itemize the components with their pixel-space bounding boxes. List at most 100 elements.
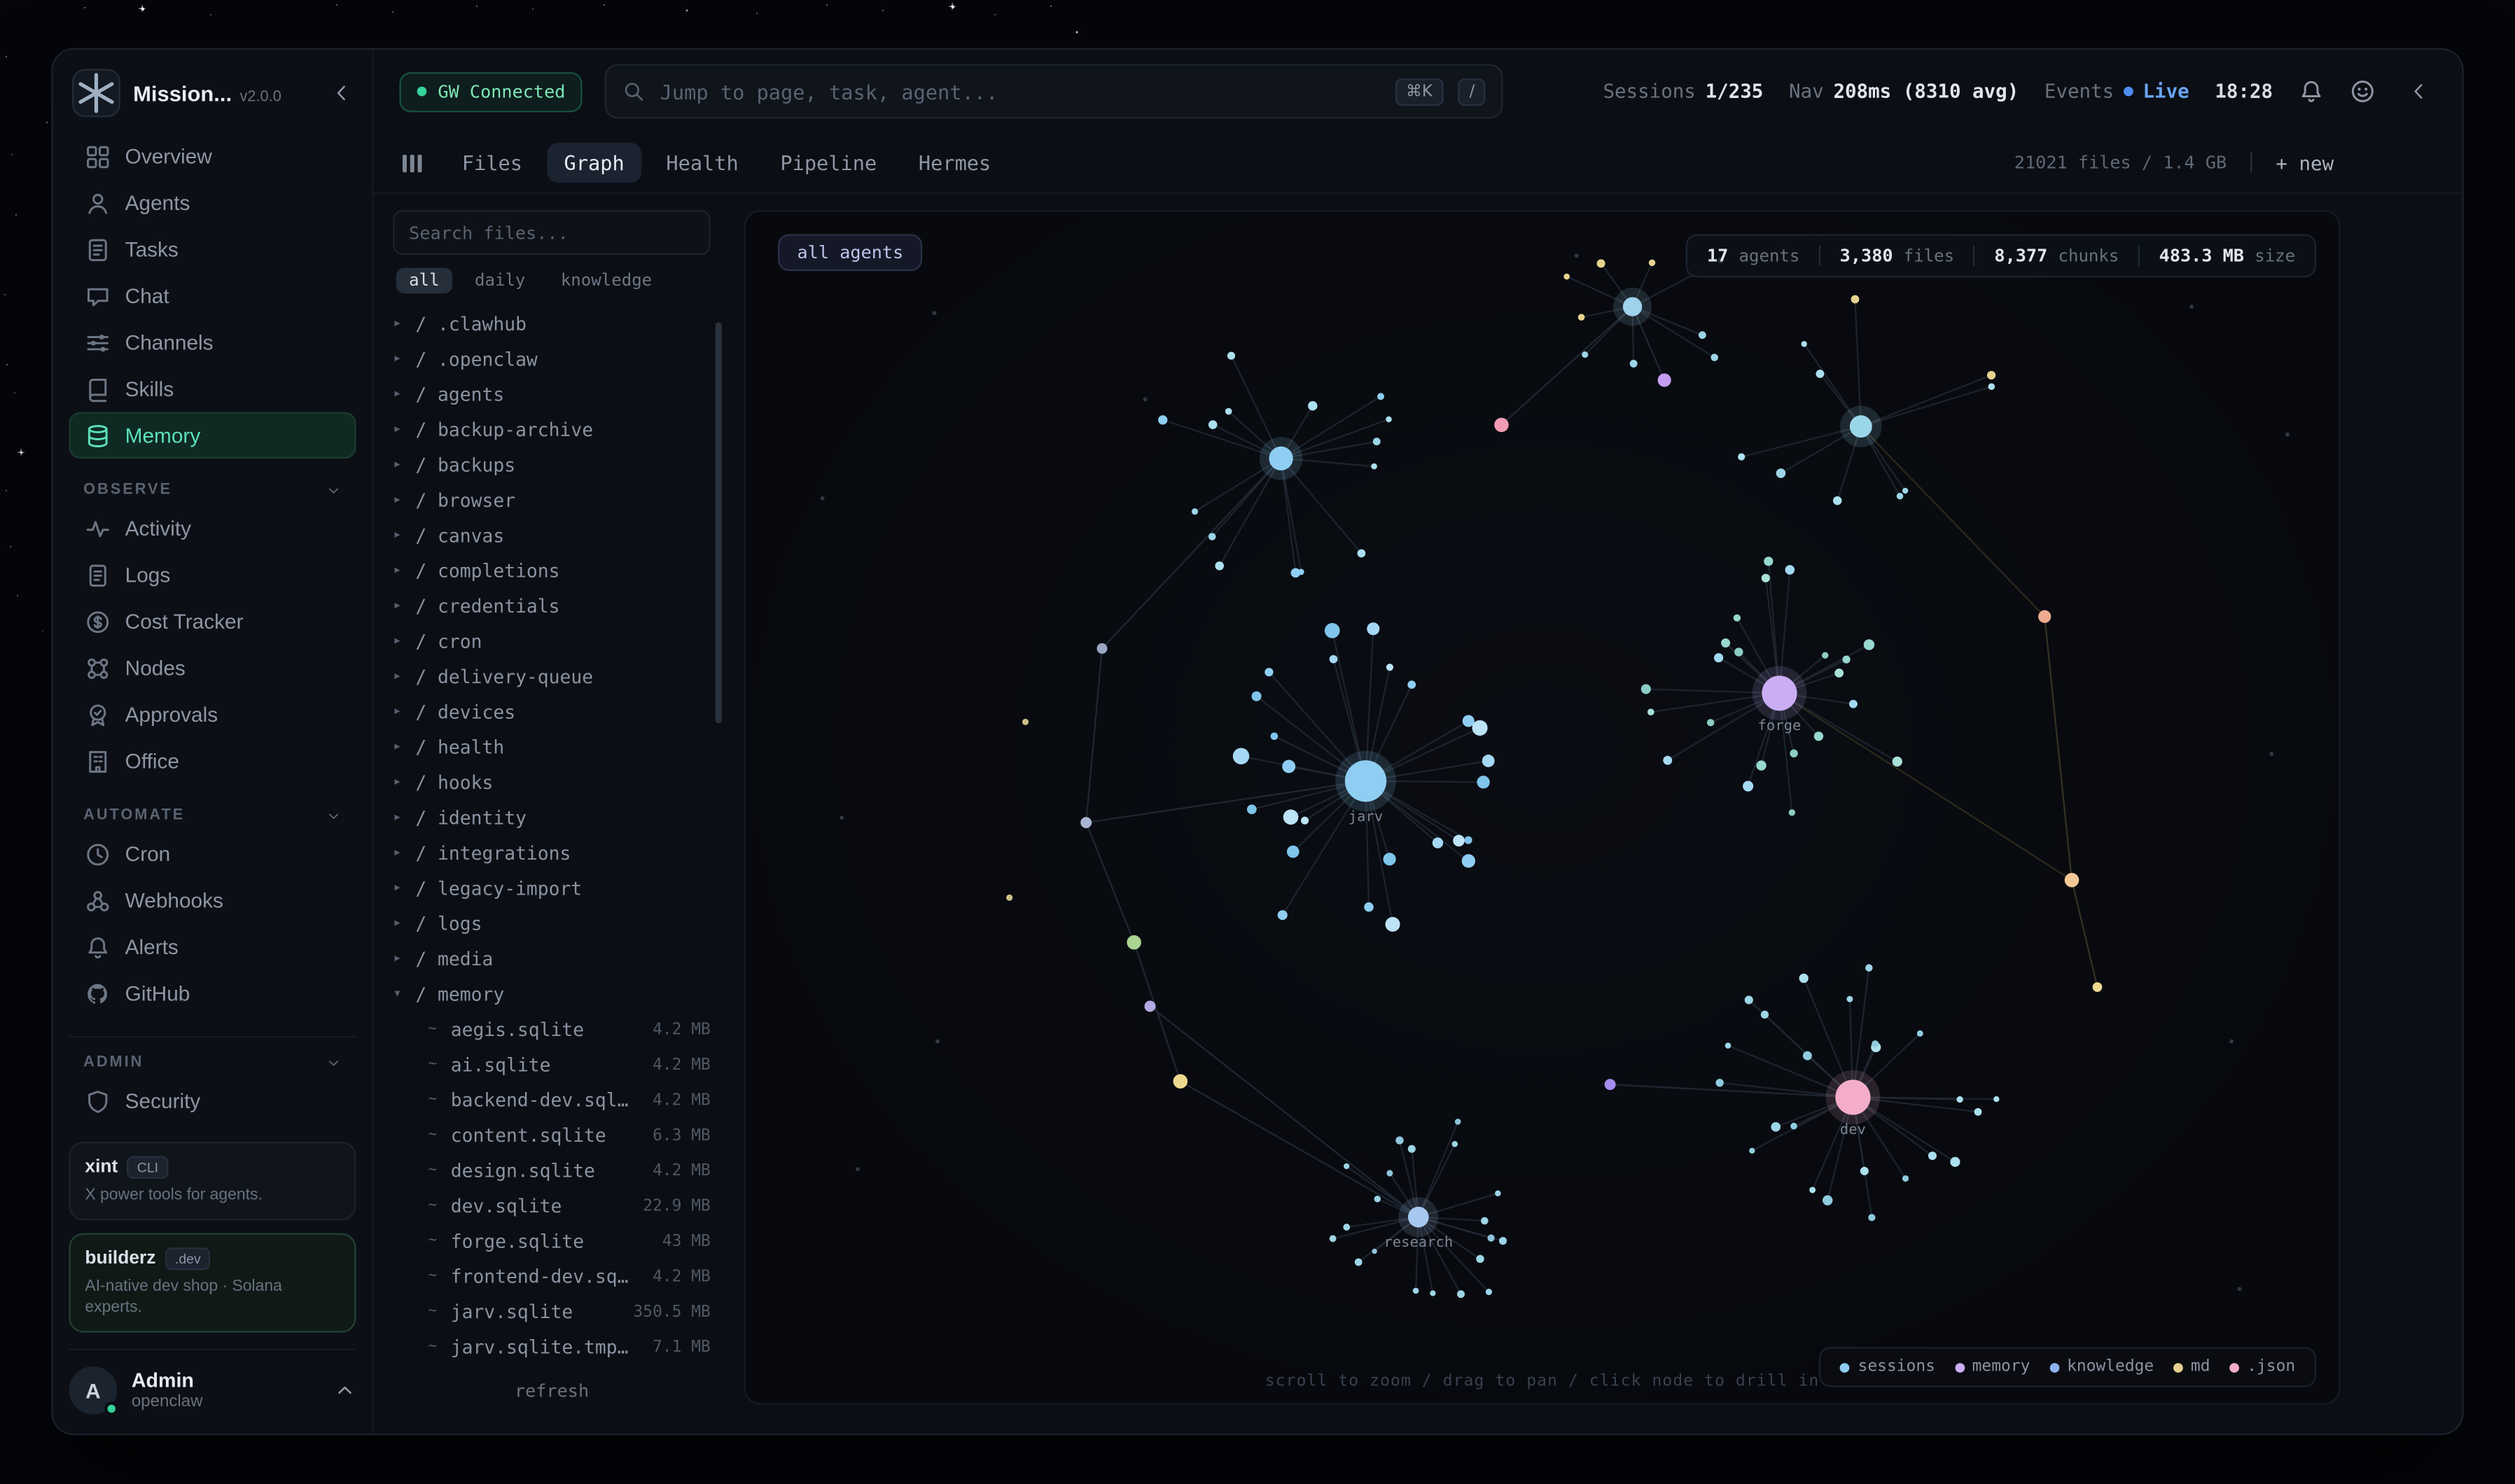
sidebar-item[interactable]: Office bbox=[69, 738, 356, 784]
tree-row-name: / completions bbox=[415, 559, 559, 582]
tree-row[interactable]: ▸ / credentials bbox=[393, 589, 711, 624]
tree-row[interactable]: ▸ / legacy-import bbox=[393, 871, 711, 906]
user-menu[interactable]: A Admin openclaw bbox=[69, 1349, 356, 1415]
tree-row-marker: ~ bbox=[429, 1021, 451, 1037]
tree-row-name: / health bbox=[415, 736, 504, 758]
tree-scrollbar[interactable] bbox=[716, 322, 722, 723]
section-header[interactable]: AUTOMATE bbox=[69, 797, 356, 831]
graph-stat: 8,377 chunks bbox=[1975, 245, 2140, 266]
view-tab[interactable]: Graph bbox=[546, 143, 642, 183]
tree-row[interactable]: ▸ / media bbox=[393, 941, 711, 976]
promo-card[interactable]: builderz .dev AI-native dev shop · Solan… bbox=[69, 1233, 356, 1333]
sidebar-item-label: Office bbox=[125, 749, 179, 773]
section-title: ADMIN bbox=[83, 1054, 144, 1071]
refresh-button[interactable]: refresh bbox=[393, 1369, 711, 1404]
tree-row[interactable]: ~ forge.sqlite 43 MB bbox=[393, 1224, 711, 1259]
grid-icon bbox=[85, 144, 111, 169]
sidebar-item[interactable]: Approvals bbox=[69, 691, 356, 737]
tree-row[interactable]: ▸ / backups bbox=[393, 447, 711, 482]
sidebar-item[interactable]: Cost Tracker bbox=[69, 598, 356, 644]
view-tab[interactable]: Files bbox=[445, 143, 541, 183]
view-tab[interactable]: Hermes bbox=[901, 143, 1009, 183]
sidebar-item[interactable]: Cron bbox=[69, 831, 356, 877]
sidebar-item[interactable]: Chat bbox=[69, 272, 356, 318]
promo-badge: .dev bbox=[165, 1247, 210, 1270]
tree-row-name: content.sqlite bbox=[451, 1124, 606, 1147]
sidebar-item[interactable]: Logs bbox=[69, 552, 356, 598]
sidebar-item-label: Skills bbox=[125, 377, 174, 400]
new-button[interactable]: + new bbox=[2276, 151, 2334, 174]
agents-filter-chip[interactable]: all agents bbox=[778, 234, 923, 271]
tree-row[interactable]: ~ jarv.sqlite 350.5 MB bbox=[393, 1294, 711, 1329]
right-panel-collapse-button[interactable] bbox=[2408, 80, 2430, 103]
tree-row[interactable]: ~ backend-dev.sql… 4.2 MB bbox=[393, 1082, 711, 1117]
tree-row[interactable]: ~ design.sqlite 4.2 MB bbox=[393, 1153, 711, 1188]
tree-row[interactable]: ▸ / completions bbox=[393, 553, 711, 588]
view-tab[interactable]: Pipeline bbox=[762, 143, 894, 183]
sidebar-item[interactable]: Agents bbox=[69, 180, 356, 226]
tree-row-name: forge.sqlite bbox=[451, 1230, 584, 1252]
tree-row[interactable]: ▸ / .clawhub bbox=[393, 307, 711, 342]
user-menu-chevron[interactable] bbox=[333, 1379, 356, 1401]
filter-chip[interactable]: all bbox=[396, 268, 452, 294]
sidebar-item[interactable]: Webhooks bbox=[69, 877, 356, 923]
view-tab[interactable]: Health bbox=[648, 143, 756, 183]
tree-row[interactable]: ▸ / hooks bbox=[393, 765, 711, 800]
cron-icon bbox=[85, 841, 111, 867]
sidebar-item[interactable]: GitHub bbox=[69, 970, 356, 1016]
sidebar-item[interactable]: Alerts bbox=[69, 924, 356, 970]
sidebar-item[interactable]: Tasks bbox=[69, 226, 356, 272]
tree-row[interactable]: ▸ / logs bbox=[393, 906, 711, 941]
sidebar-item-label: Agents bbox=[125, 191, 190, 215]
sidebar-item[interactable]: Channels bbox=[69, 319, 356, 365]
notifications-button[interactable] bbox=[2299, 78, 2325, 104]
tree-row-marker: ▸ bbox=[393, 739, 415, 755]
tree-row[interactable]: ▸ / identity bbox=[393, 800, 711, 835]
tree-row[interactable]: ~ content.sqlite 6.3 MB bbox=[393, 1118, 711, 1153]
feedback-button[interactable] bbox=[2350, 78, 2376, 104]
global-search[interactable]: ⌘K / bbox=[606, 64, 1504, 119]
promo-card[interactable]: xint CLI X power tools for agents. bbox=[69, 1142, 356, 1220]
tree-row-marker: ▸ bbox=[393, 598, 415, 614]
github-icon bbox=[85, 981, 111, 1007]
office-icon bbox=[85, 748, 111, 774]
tree-row[interactable]: ▸ / integrations bbox=[393, 836, 711, 871]
sidebar-collapse-button[interactable] bbox=[330, 82, 353, 104]
section-header[interactable]: ADMIN bbox=[69, 1044, 356, 1077]
promo-description: AI-native dev shop · Solana experts. bbox=[85, 1276, 340, 1318]
tree-row[interactable]: ▸ / devices bbox=[393, 694, 711, 729]
sidebar-sections: OBSERVE Activity bbox=[69, 458, 356, 1124]
tree-row[interactable]: ~ dev.sqlite 22.9 MB bbox=[393, 1188, 711, 1223]
tree-row[interactable]: ▸ / agents bbox=[393, 377, 711, 412]
tree-row[interactable]: ▸ / canvas bbox=[393, 518, 711, 553]
sidebar-item[interactable]: Overview bbox=[69, 133, 356, 179]
section-header[interactable]: OBSERVE bbox=[69, 472, 356, 505]
filter-chip[interactable]: knowledge bbox=[548, 268, 664, 294]
layout-columns-button[interactable] bbox=[399, 150, 425, 176]
knowledge-graph[interactable]: jarvforgedevresearch bbox=[746, 211, 2339, 1403]
tree-row[interactable]: ▸ / .openclaw bbox=[393, 342, 711, 377]
sidebar-item[interactable]: Nodes bbox=[69, 645, 356, 691]
tree-row[interactable]: ▸ / delivery-queue bbox=[393, 659, 711, 694]
file-search-input[interactable] bbox=[393, 210, 711, 255]
tree-row[interactable]: ~ aegis.sqlite 4.2 MB bbox=[393, 1012, 711, 1047]
tree-row-name: / integrations bbox=[415, 842, 571, 864]
tree-row[interactable]: ~ jarv.sqlite.tmp… 7.1 MB bbox=[393, 1329, 711, 1364]
sidebar-item[interactable]: Memory bbox=[69, 412, 356, 458]
tree-row-marker: ▸ bbox=[393, 916, 415, 932]
tree-row-marker: ~ bbox=[429, 1303, 451, 1320]
tree-row[interactable]: ▸ / backup-archive bbox=[393, 412, 711, 447]
sidebar-item-label: GitHub bbox=[125, 981, 190, 1005]
sidebar-item[interactable]: Security bbox=[69, 1077, 356, 1124]
tree-row[interactable]: ▾ / memory bbox=[393, 976, 711, 1011]
tree-row-marker: ~ bbox=[429, 1339, 451, 1355]
sidebar-item[interactable]: Activity bbox=[69, 505, 356, 552]
search-input[interactable] bbox=[660, 79, 1381, 103]
tree-row[interactable]: ~ ai.sqlite 4.2 MB bbox=[393, 1047, 711, 1082]
sidebar-item[interactable]: Skills bbox=[69, 365, 356, 412]
tree-row[interactable]: ▸ / browser bbox=[393, 483, 711, 518]
filter-chip[interactable]: daily bbox=[462, 268, 538, 294]
tree-row[interactable]: ▸ / cron bbox=[393, 624, 711, 659]
tree-row[interactable]: ~ frontend-dev.sq… 4.2 MB bbox=[393, 1259, 711, 1294]
tree-row[interactable]: ▸ / health bbox=[393, 729, 711, 764]
